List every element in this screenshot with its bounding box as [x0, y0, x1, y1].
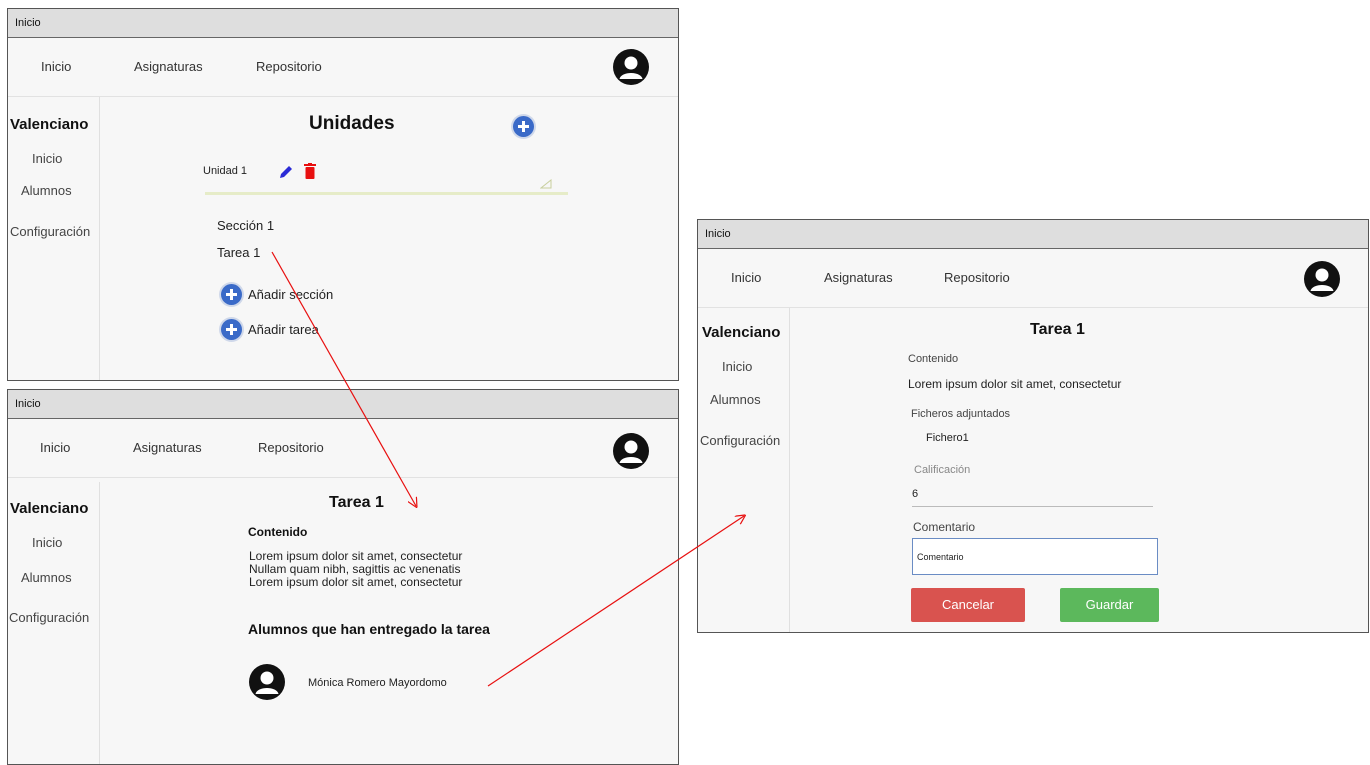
comment-label: Comentario [913, 520, 976, 534]
nav-inicio[interactable]: Inicio [41, 38, 71, 96]
section-item[interactable]: Sección 1 [217, 218, 274, 233]
nav-repositorio[interactable]: Repositorio [944, 249, 1010, 307]
sidebar-brand: Valenciano [702, 324, 781, 341]
task-item[interactable]: Tarea 1 [217, 245, 260, 260]
nav-repositorio[interactable]: Repositorio [256, 38, 322, 96]
sidebar-brand: Valenciano [10, 500, 89, 517]
user-avatar-icon[interactable] [1304, 261, 1340, 297]
sidebar-item-alumnos[interactable]: Alumnos [710, 392, 761, 407]
sidebar: Valenciano Inicio Alumnos Configuración [698, 308, 790, 632]
window-title: Inicio [8, 390, 678, 419]
top-navbar: Inicio Asignaturas Repositorio [698, 249, 1368, 308]
sidebar-item-configuracion[interactable]: Configuración [700, 433, 780, 448]
attached-file-link[interactable]: Fichero1 [926, 432, 969, 444]
trash-icon[interactable] [304, 163, 316, 179]
content-label: Contenido [908, 353, 959, 365]
save-button[interactable]: Guardar [1060, 588, 1159, 622]
student-avatar-icon [249, 664, 285, 700]
unit-label: Unidad 1 [203, 165, 248, 177]
sidebar-item-configuracion[interactable]: Configuración [9, 610, 89, 625]
content-line: Lorem ipsum dolor sit amet, consectetur [249, 575, 463, 589]
sidebar-item-configuracion[interactable]: Configuración [10, 224, 90, 239]
content-text: Lorem ipsum dolor sit amet, consectetur [908, 377, 1122, 391]
sidebar-item-alumnos[interactable]: Alumnos [21, 183, 72, 198]
delivered-heading: Alumnos que han entregado la tarea [248, 621, 490, 637]
sidebar-item-inicio[interactable]: Inicio [32, 151, 62, 166]
add-task-button[interactable]: Añadir tarea [248, 322, 319, 337]
add-section-button[interactable]: Añadir sección [248, 287, 333, 302]
sidebar-item-alumnos[interactable]: Alumnos [21, 570, 72, 585]
window-title: Inicio [8, 9, 678, 38]
window-tarea-calificacion: Inicio Inicio Asignaturas Repositorio Va… [697, 219, 1369, 633]
sidebar-brand: Valenciano [10, 116, 89, 133]
user-avatar-icon[interactable] [613, 433, 649, 469]
content-label: Contenido [248, 525, 308, 539]
nav-inicio[interactable]: Inicio [731, 249, 761, 307]
content-text: Lorem ipsum dolor sit amet, consectetur … [249, 550, 462, 589]
top-navbar: Inicio Asignaturas Repositorio [8, 38, 678, 97]
sidebar-item-inicio[interactable]: Inicio [32, 535, 62, 550]
grade-input[interactable]: 6 [912, 482, 1153, 507]
nav-asignaturas[interactable]: Asignaturas [133, 419, 202, 477]
add-unit-button[interactable] [513, 116, 534, 137]
page-title: Unidades [309, 113, 395, 134]
unit-divider [205, 192, 568, 195]
page-title: Tarea 1 [329, 494, 384, 511]
files-label: Ficheros adjuntados [911, 408, 1011, 420]
cancel-button[interactable]: Cancelar [911, 588, 1025, 622]
top-navbar: Inicio Asignaturas Repositorio [8, 419, 678, 478]
add-task-icon[interactable] [221, 319, 242, 340]
sidebar-item-inicio[interactable]: Inicio [722, 359, 752, 374]
window-title: Inicio [698, 220, 1368, 249]
student-name-link[interactable]: Mónica Romero Mayordomo [308, 677, 447, 689]
nav-repositorio[interactable]: Repositorio [258, 419, 324, 477]
window-unidades: Inicio Inicio Asignaturas Repositorio Va… [7, 8, 679, 381]
sidebar: Valenciano Inicio Alumnos Configuración [8, 97, 100, 380]
nav-asignaturas[interactable]: Asignaturas [134, 38, 203, 96]
window-tarea-entregas: Inicio Inicio Asignaturas Repositorio Va… [7, 389, 679, 765]
sidebar: Valenciano Inicio Alumnos Configuración [8, 482, 100, 764]
comment-input[interactable]: Comentario [912, 538, 1158, 575]
page-title: Tarea 1 [1030, 321, 1085, 338]
resize-handle-icon[interactable] [540, 179, 552, 189]
grade-label: Calificación [914, 464, 971, 476]
nav-inicio[interactable]: Inicio [40, 419, 70, 477]
pencil-icon[interactable] [278, 164, 294, 180]
nav-asignaturas[interactable]: Asignaturas [824, 249, 893, 307]
add-section-icon[interactable] [221, 284, 242, 305]
user-avatar-icon[interactable] [613, 49, 649, 85]
